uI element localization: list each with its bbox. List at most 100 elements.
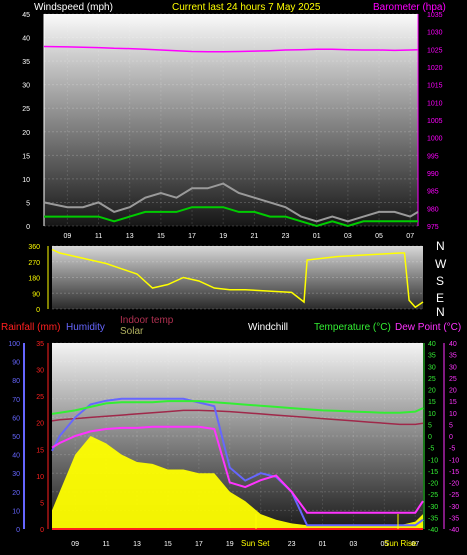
dewpoint-tick--5: -5 [449, 446, 455, 453]
humidity-tick-20: 20 [12, 490, 20, 497]
dir-letter-e: E [436, 291, 444, 305]
sunset-label: Sun Set [241, 539, 270, 548]
direction-tick-360: 360 [28, 244, 40, 251]
temperature-tick--20: -20 [428, 481, 438, 488]
windspeed-tick-10: 10 [22, 177, 30, 184]
dewpoint-tick-20: 20 [449, 388, 457, 395]
humidity-tick-0: 0 [16, 527, 20, 534]
legend-indoor: Indoor temp [120, 315, 174, 326]
direction-tick-90: 90 [32, 291, 40, 298]
humidity-tick-10: 10 [12, 508, 20, 515]
humidity-tick-50: 50 [12, 434, 20, 441]
humidity-tick-80: 80 [12, 378, 20, 385]
direction-tick-270: 270 [28, 260, 40, 267]
sunrise-label: Sun Rise [384, 539, 417, 548]
barometer-tick-985: 985 [427, 189, 439, 196]
temp-x-tick-15: 15 [164, 541, 172, 548]
legend-temperature: Temperature (°C) [314, 322, 391, 333]
dewpoint-tick-35: 35 [449, 353, 457, 360]
barometer-tick-1025: 1025 [427, 47, 443, 54]
barometer-tick-1010: 1010 [427, 100, 443, 107]
legend-rainfall: Rainfall (mm) [1, 322, 60, 333]
barometer-tick-1035: 1035 [427, 12, 443, 19]
dewpoint-tick-5: 5 [449, 422, 453, 429]
temp-x-tick-03: 03 [350, 541, 358, 548]
temp-x-tick-11: 11 [102, 541, 109, 548]
temp-x-tick-19: 19 [226, 541, 234, 548]
temperature-tick--5: -5 [428, 446, 434, 453]
windspeed-tick-25: 25 [22, 106, 30, 113]
barometer-title: Barometer (hpa) [373, 2, 446, 13]
wind-x-tick-13: 13 [126, 233, 134, 240]
wind-x-tick-21: 21 [250, 233, 258, 240]
barometer-tick-1030: 1030 [427, 30, 443, 37]
direction-tick-labels: 0 90 180 270 360 [28, 244, 40, 314]
temperature-tick-30: 30 [428, 364, 436, 371]
legend-dewpoint: Dew Point (°C) [395, 322, 461, 333]
dewpoint-tick-15: 15 [449, 399, 457, 406]
temperature-tick--35: -35 [428, 515, 438, 522]
dewpoint-tick-40: 40 [449, 341, 457, 348]
rainfall-tick-5: 5 [40, 500, 44, 507]
barometer-tick-995: 995 [427, 153, 439, 160]
windspeed-tick-15: 15 [22, 153, 30, 160]
temp-x-tick-09: 09 [71, 541, 79, 548]
barometer-tick-1015: 1015 [427, 83, 443, 90]
temperature-tick-35: 35 [428, 353, 436, 360]
temperature-tick-25: 25 [428, 376, 436, 383]
humidity-tick-90: 90 [12, 360, 20, 367]
rainfall-tick-30: 30 [36, 368, 44, 375]
temperature-tick-10: 10 [428, 411, 436, 418]
temperature-tick-5: 5 [428, 422, 432, 429]
legend-solar: Solar [120, 326, 144, 337]
direction-tick-180: 180 [28, 276, 40, 283]
windspeed-tick-40: 40 [22, 36, 30, 43]
barometer-tick-980: 980 [427, 206, 439, 213]
dewpoint-tick--25: -25 [449, 492, 459, 499]
barometer-tick-990: 990 [427, 171, 439, 178]
windspeed-title: Windspeed (mph) [34, 2, 113, 13]
chart-center-title: Current last 24 hours 7 May 2025 [172, 2, 321, 13]
legend-windchill: Windchill [248, 322, 288, 333]
dir-letter-n-top: N [436, 239, 445, 253]
wind-x-tick-03: 03 [344, 233, 352, 240]
dewpoint-tick--15: -15 [449, 469, 459, 476]
barometer-tick-1005: 1005 [427, 118, 443, 125]
humidity-tick-40: 40 [12, 453, 20, 460]
dewpoint-tick--20: -20 [449, 481, 459, 488]
dewpoint-tick--35: -35 [449, 515, 459, 522]
temp-x-tick-17: 17 [195, 541, 203, 548]
weather-graph: 0510152025303540459759809859909951000100… [1, 2, 461, 548]
dewpoint-tick--10: -10 [449, 457, 459, 464]
dir-letter-s: S [436, 274, 444, 288]
wind-x-tick-19: 19 [219, 233, 227, 240]
rainfall-tick-25: 25 [36, 394, 44, 401]
legend-humidity: Humidity [66, 322, 105, 333]
temp-x-tick-01: 01 [319, 541, 327, 548]
temp-x-tick-13: 13 [133, 541, 141, 548]
dewpoint-tick-10: 10 [449, 411, 457, 418]
rainfall-tick-0: 0 [40, 527, 44, 534]
windspeed-tick-20: 20 [22, 130, 30, 137]
temperature-tick-15: 15 [428, 399, 436, 406]
windspeed-tick-45: 45 [22, 12, 30, 19]
humidity-tick-70: 70 [12, 397, 20, 404]
barometer-tick-1000: 1000 [427, 136, 443, 143]
wind-x-tick-09: 09 [63, 233, 71, 240]
windspeed-tick-0: 0 [26, 224, 30, 231]
rainfall-tick-10: 10 [36, 474, 44, 481]
temperature-tick-40: 40 [428, 341, 436, 348]
dewpoint-tick--30: -30 [449, 504, 459, 511]
temperature-tick--15: -15 [428, 469, 438, 476]
wind-x-tick-11: 11 [95, 233, 102, 240]
dir-letter-w: W [435, 257, 447, 271]
dewpoint-tick--40: -40 [449, 527, 459, 534]
wind-x-tick-15: 15 [157, 233, 165, 240]
temperature-tick--25: -25 [428, 492, 438, 499]
barometer-tick-975: 975 [427, 224, 439, 231]
wind-x-tick-01: 01 [313, 233, 321, 240]
wind-x-tick-07: 07 [406, 233, 414, 240]
wind-x-tick-17: 17 [188, 233, 196, 240]
temperature-tick-20: 20 [428, 388, 436, 395]
dewpoint-tick-0: 0 [449, 434, 453, 441]
